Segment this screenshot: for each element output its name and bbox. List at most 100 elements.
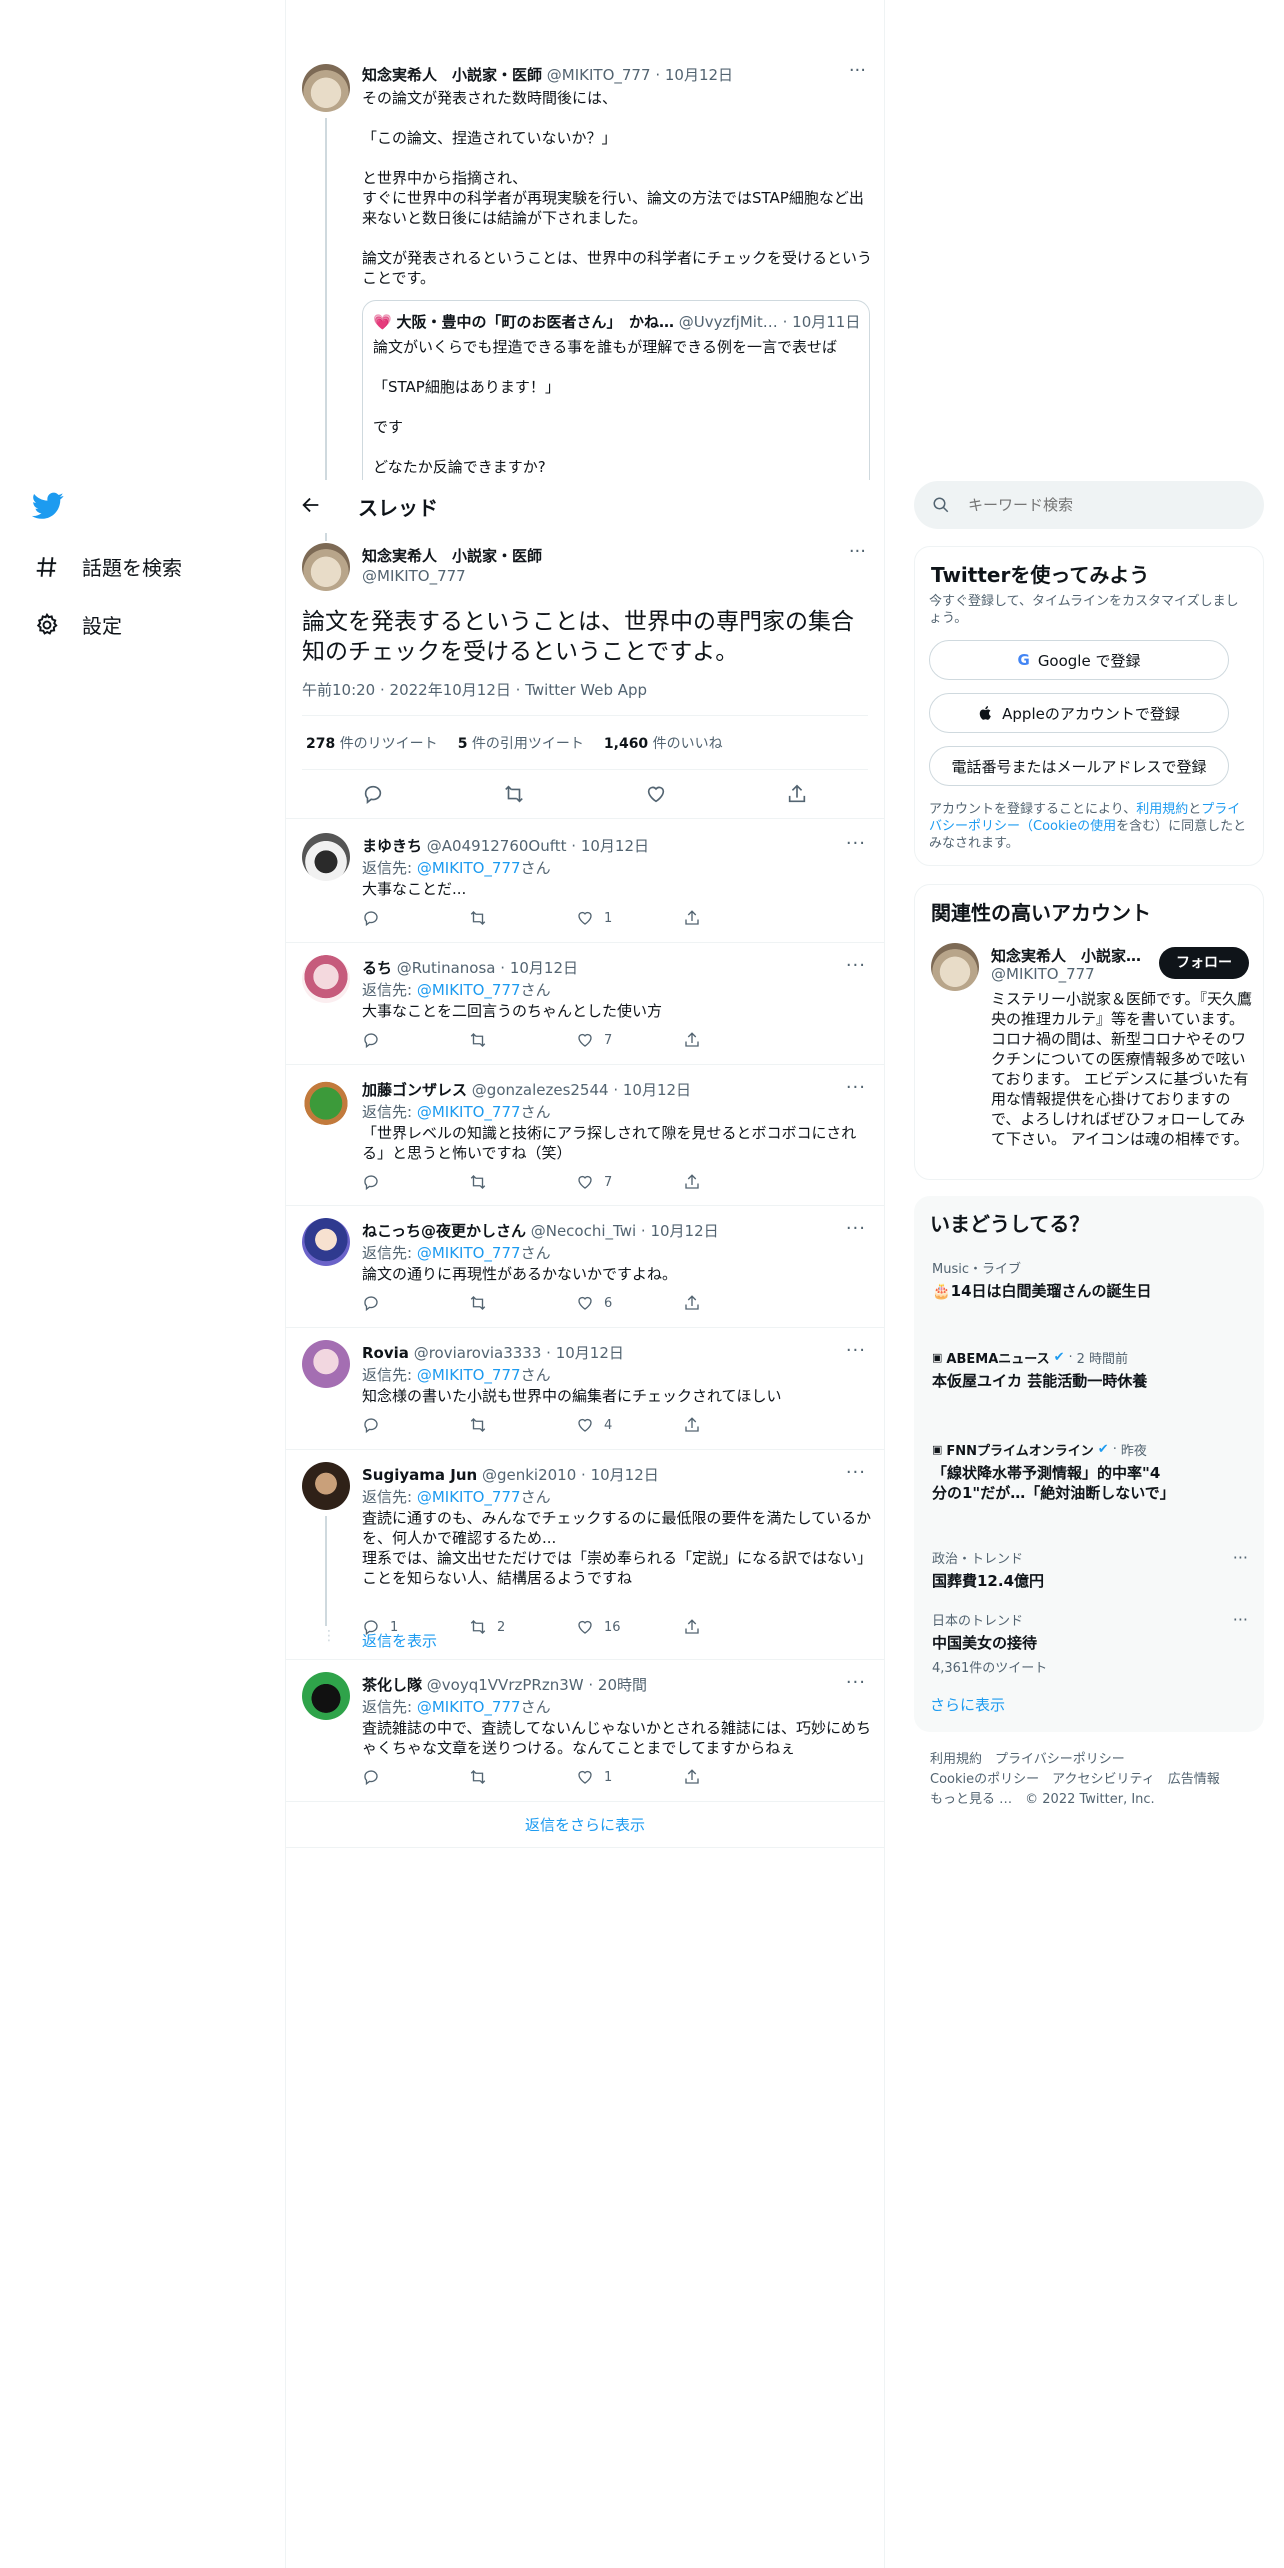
reply-button[interactable] xyxy=(362,1173,469,1191)
reply-date[interactable]: 10月12日 xyxy=(581,837,649,855)
reply-handle[interactable]: @Necochi_Twi xyxy=(531,1222,636,1240)
trend-item[interactable]: 政治・トレンド 国葬費12.4億円 xyxy=(932,1548,1252,1591)
terms-link[interactable]: 利用規約 xyxy=(1136,802,1188,817)
reply-button[interactable] xyxy=(362,1416,469,1434)
more-icon[interactable]: ··· xyxy=(846,955,866,976)
parent-tweet[interactable]: 知念実希人 小説家・医師 @MIKITO_777 · 10月12日 ··· その… xyxy=(286,48,884,480)
like-button[interactable]: 7 xyxy=(576,1173,683,1191)
reply-date[interactable]: 10月12日 xyxy=(510,959,578,977)
reply-handle[interactable]: @gonzalezes2544 xyxy=(472,1081,609,1099)
reply-button[interactable] xyxy=(362,909,469,927)
search-input[interactable] xyxy=(968,496,1228,514)
retweet-button[interactable]: 2 xyxy=(469,1618,576,1636)
more-icon[interactable]: ··· xyxy=(846,1077,866,1098)
relevant-name[interactable]: 知念実希人 小説家… xyxy=(991,945,1141,966)
share-button[interactable] xyxy=(683,1416,790,1434)
reply-name[interactable]: Rovia xyxy=(362,1344,409,1362)
reply-to-link[interactable]: @MIKITO_777 xyxy=(417,1244,521,1262)
footer-ads[interactable]: 広告情報 xyxy=(1168,1772,1220,1787)
footer-more[interactable]: もっと見る … xyxy=(930,1792,1012,1807)
twitter-logo[interactable] xyxy=(32,492,64,520)
retweet-button[interactable] xyxy=(469,1031,576,1049)
share-button[interactable] xyxy=(683,1618,790,1636)
retweet-button[interactable] xyxy=(469,1294,576,1312)
main-client[interactable]: Twitter Web App xyxy=(525,681,647,699)
more-icon[interactable]: ··· xyxy=(846,1672,866,1693)
parent-name[interactable]: 知念実希人 小説家・医師 xyxy=(362,66,542,84)
retweets-stat[interactable]: 278 件のリツイート xyxy=(306,733,438,753)
reply-avatar[interactable] xyxy=(302,1218,350,1266)
parent-date[interactable]: 10月12日 xyxy=(665,66,733,84)
nav-explore[interactable]: 話題を検索 xyxy=(34,552,182,581)
nav-settings[interactable]: 設定 xyxy=(34,610,122,639)
like-button[interactable]: 6 xyxy=(576,1294,683,1312)
more-icon[interactable]: ··· xyxy=(849,541,866,562)
trend-item[interactable]: Music・ライブ 🎂14日は白間美瑠さんの誕生日 xyxy=(932,1258,1252,1301)
reply-handle[interactable]: @voyq1VVrzPRzn3W xyxy=(427,1676,584,1694)
reply-to-link[interactable]: @MIKITO_777 xyxy=(417,1103,521,1121)
reply-tweet[interactable]: ねこっち@夜更かしさん @Necochi_Twi · 10月12日 ··· 返信先:… xyxy=(286,1206,884,1328)
trend-item[interactable]: ▣ ABEMAニュース ✔ · 2 時間前 本仮屋ユイカ 芸能活動一時休養 xyxy=(932,1348,1252,1391)
reply-name[interactable]: るち xyxy=(362,959,392,977)
parent-handle[interactable]: @MIKITO_777 xyxy=(547,66,651,84)
more-icon[interactable]: ··· xyxy=(846,1340,866,1361)
reply-avatar[interactable] xyxy=(302,1672,350,1720)
reply-avatar[interactable] xyxy=(302,833,350,881)
reply-to-link[interactable]: @MIKITO_777 xyxy=(417,859,521,877)
reply-date[interactable]: 20時間 xyxy=(598,1676,647,1694)
share-button[interactable] xyxy=(683,1173,790,1191)
like-button[interactable]: 16 xyxy=(576,1618,683,1636)
reply-date[interactable]: 10月12日 xyxy=(650,1222,718,1240)
retweet-button[interactable] xyxy=(469,1416,576,1434)
relevant-avatar[interactable] xyxy=(931,943,979,991)
main-avatar[interactable] xyxy=(302,543,350,591)
reply-avatar[interactable] xyxy=(302,1077,350,1125)
parent-avatar[interactable] xyxy=(302,64,350,112)
reply-name[interactable]: まゆきち xyxy=(362,837,422,855)
trends-show-more[interactable]: さらに表示 xyxy=(930,1694,1005,1715)
follow-button[interactable]: フォロー xyxy=(1159,947,1249,979)
reply-tweet[interactable]: 茶化し隊 @voyq1VVrzPRzn3W · 20時間 ··· 返信先: @MIK… xyxy=(286,1660,884,1802)
like-button[interactable]: 1 xyxy=(576,1768,683,1786)
quoted-tweet[interactable]: 💗 大阪・豊中の「町のお医者さん」 かね… @UvyzfjMit… · 10月1… xyxy=(362,300,870,480)
footer-accessibility[interactable]: アクセシビリティ xyxy=(1052,1772,1155,1787)
more-icon[interactable]: ··· xyxy=(846,1218,866,1239)
share-button[interactable] xyxy=(683,1294,790,1312)
reply-tweet[interactable]: Sugiyama Jun @genki2010 · 10月12日 ··· 返信先: … xyxy=(286,1450,884,1660)
footer-privacy[interactable]: プライバシーポリシー xyxy=(995,1752,1125,1767)
main-name[interactable]: 知念実希人 小説家・医師 xyxy=(362,545,542,566)
more-icon[interactable]: ··· xyxy=(1233,1548,1248,1567)
main-time[interactable]: 午前10:20 xyxy=(302,681,375,699)
reply-to-link[interactable]: @MIKITO_777 xyxy=(417,1698,521,1716)
apple-signup-button[interactable]: Appleのアカウントで登録 xyxy=(929,693,1229,733)
relevant-handle[interactable]: @MIKITO_777 xyxy=(991,965,1095,983)
footer-terms[interactable]: 利用規約 xyxy=(930,1752,982,1767)
like-icon[interactable] xyxy=(645,783,667,805)
share-button[interactable] xyxy=(683,909,790,927)
reply-button[interactable] xyxy=(362,1768,469,1786)
reply-to-link[interactable]: @MIKITO_777 xyxy=(417,1366,521,1384)
reply-avatar[interactable] xyxy=(302,1462,350,1510)
share-icon[interactable] xyxy=(786,783,808,805)
reply-date[interactable]: 10月12日 xyxy=(556,1344,624,1362)
reply-avatar[interactable] xyxy=(302,955,350,1003)
reply-tweet[interactable]: るち @Rutinanosa · 10月12日 ··· 返信先: @MIKITO_7… xyxy=(286,943,884,1065)
reply-handle[interactable]: @A04912760Ouftt xyxy=(427,837,567,855)
reply-to-link[interactable]: @MIKITO_777 xyxy=(417,1488,521,1506)
reply-handle[interactable]: @roviarovia3333 xyxy=(414,1344,542,1362)
more-icon[interactable]: ··· xyxy=(849,60,866,81)
retweet-icon[interactable] xyxy=(503,783,525,805)
like-button[interactable]: 7 xyxy=(576,1031,683,1049)
main-date[interactable]: 2022年10月12日 xyxy=(390,681,511,699)
reply-date[interactable]: 10月12日 xyxy=(591,1466,659,1484)
more-icon[interactable]: ··· xyxy=(846,833,866,854)
reply-icon[interactable] xyxy=(362,783,384,805)
reply-to-link[interactable]: @MIKITO_777 xyxy=(417,981,521,999)
reply-handle[interactable]: @Rutinanosa xyxy=(397,959,496,977)
reply-date[interactable]: 10月12日 xyxy=(623,1081,691,1099)
show-replies-button[interactable]: 返信を表示 xyxy=(362,1630,437,1651)
retweet-button[interactable] xyxy=(469,1173,576,1191)
reply-name[interactable]: ねこっち@夜更かしさん xyxy=(362,1222,526,1240)
trend-item[interactable]: 日本のトレンド 中国美女の接待 4,361件のツイート xyxy=(932,1610,1252,1676)
reply-handle[interactable]: @genki2010 xyxy=(482,1466,576,1484)
